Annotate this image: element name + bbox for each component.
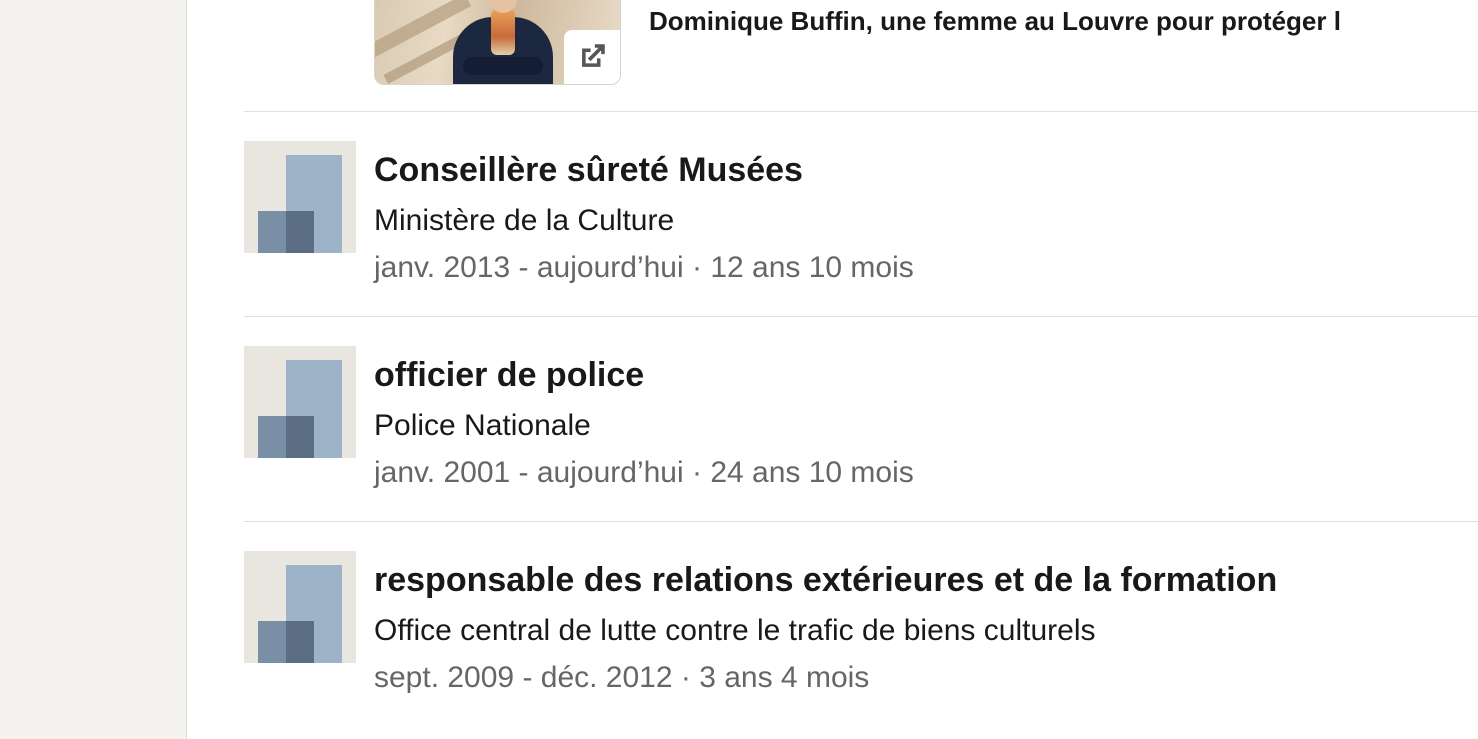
experience-title: Conseillère sûreté Musées — [374, 151, 803, 189]
experience-item[interactable]: responsable des relations extérieures et… — [244, 551, 1478, 701]
experience-card: Dominique Buffin, une femme au Louvre po… — [186, 0, 1478, 739]
company-logo-icon[interactable] — [244, 346, 356, 458]
experience-company: Police Nationale — [374, 409, 591, 442]
divider — [244, 521, 1478, 522]
experience-title: officier de police — [374, 356, 645, 394]
experience-title: responsable des relations extérieures et… — [374, 561, 1278, 599]
media-title[interactable]: Dominique Buffin, une femme au Louvre po… — [649, 6, 1341, 37]
external-link-icon[interactable] — [564, 30, 620, 84]
experience-item[interactable]: officier de police Police Nationale janv… — [244, 346, 1478, 496]
media-attachment[interactable]: Dominique Buffin, une femme au Louvre po… — [374, 0, 1474, 85]
divider — [244, 111, 1478, 112]
thumbnail-person — [453, 0, 553, 84]
experience-company: Ministère de la Culture — [374, 204, 675, 237]
company-logo-icon[interactable] — [244, 551, 356, 663]
left-rail — [0, 0, 186, 739]
media-thumbnail[interactable] — [374, 0, 621, 85]
experience-item[interactable]: Conseillère sûreté Musées Ministère de l… — [244, 141, 1478, 291]
thumbnail-person-scarf — [491, 9, 515, 55]
thumbnail-person-arms — [463, 57, 543, 75]
page: Dominique Buffin, une femme au Louvre po… — [0, 0, 1478, 739]
divider — [244, 316, 1478, 317]
experience-dates: sept. 2009 - déc. 2012 · 3 ans 4 mois — [374, 661, 870, 694]
experience-company: Office central de lutte contre le trafic… — [374, 614, 1096, 647]
company-logo-icon[interactable] — [244, 141, 356, 253]
experience-dates: janv. 2013 - aujourd’hui · 12 ans 10 moi… — [374, 251, 914, 284]
experience-dates: janv. 2001 - aujourd’hui · 24 ans 10 moi… — [374, 456, 914, 489]
